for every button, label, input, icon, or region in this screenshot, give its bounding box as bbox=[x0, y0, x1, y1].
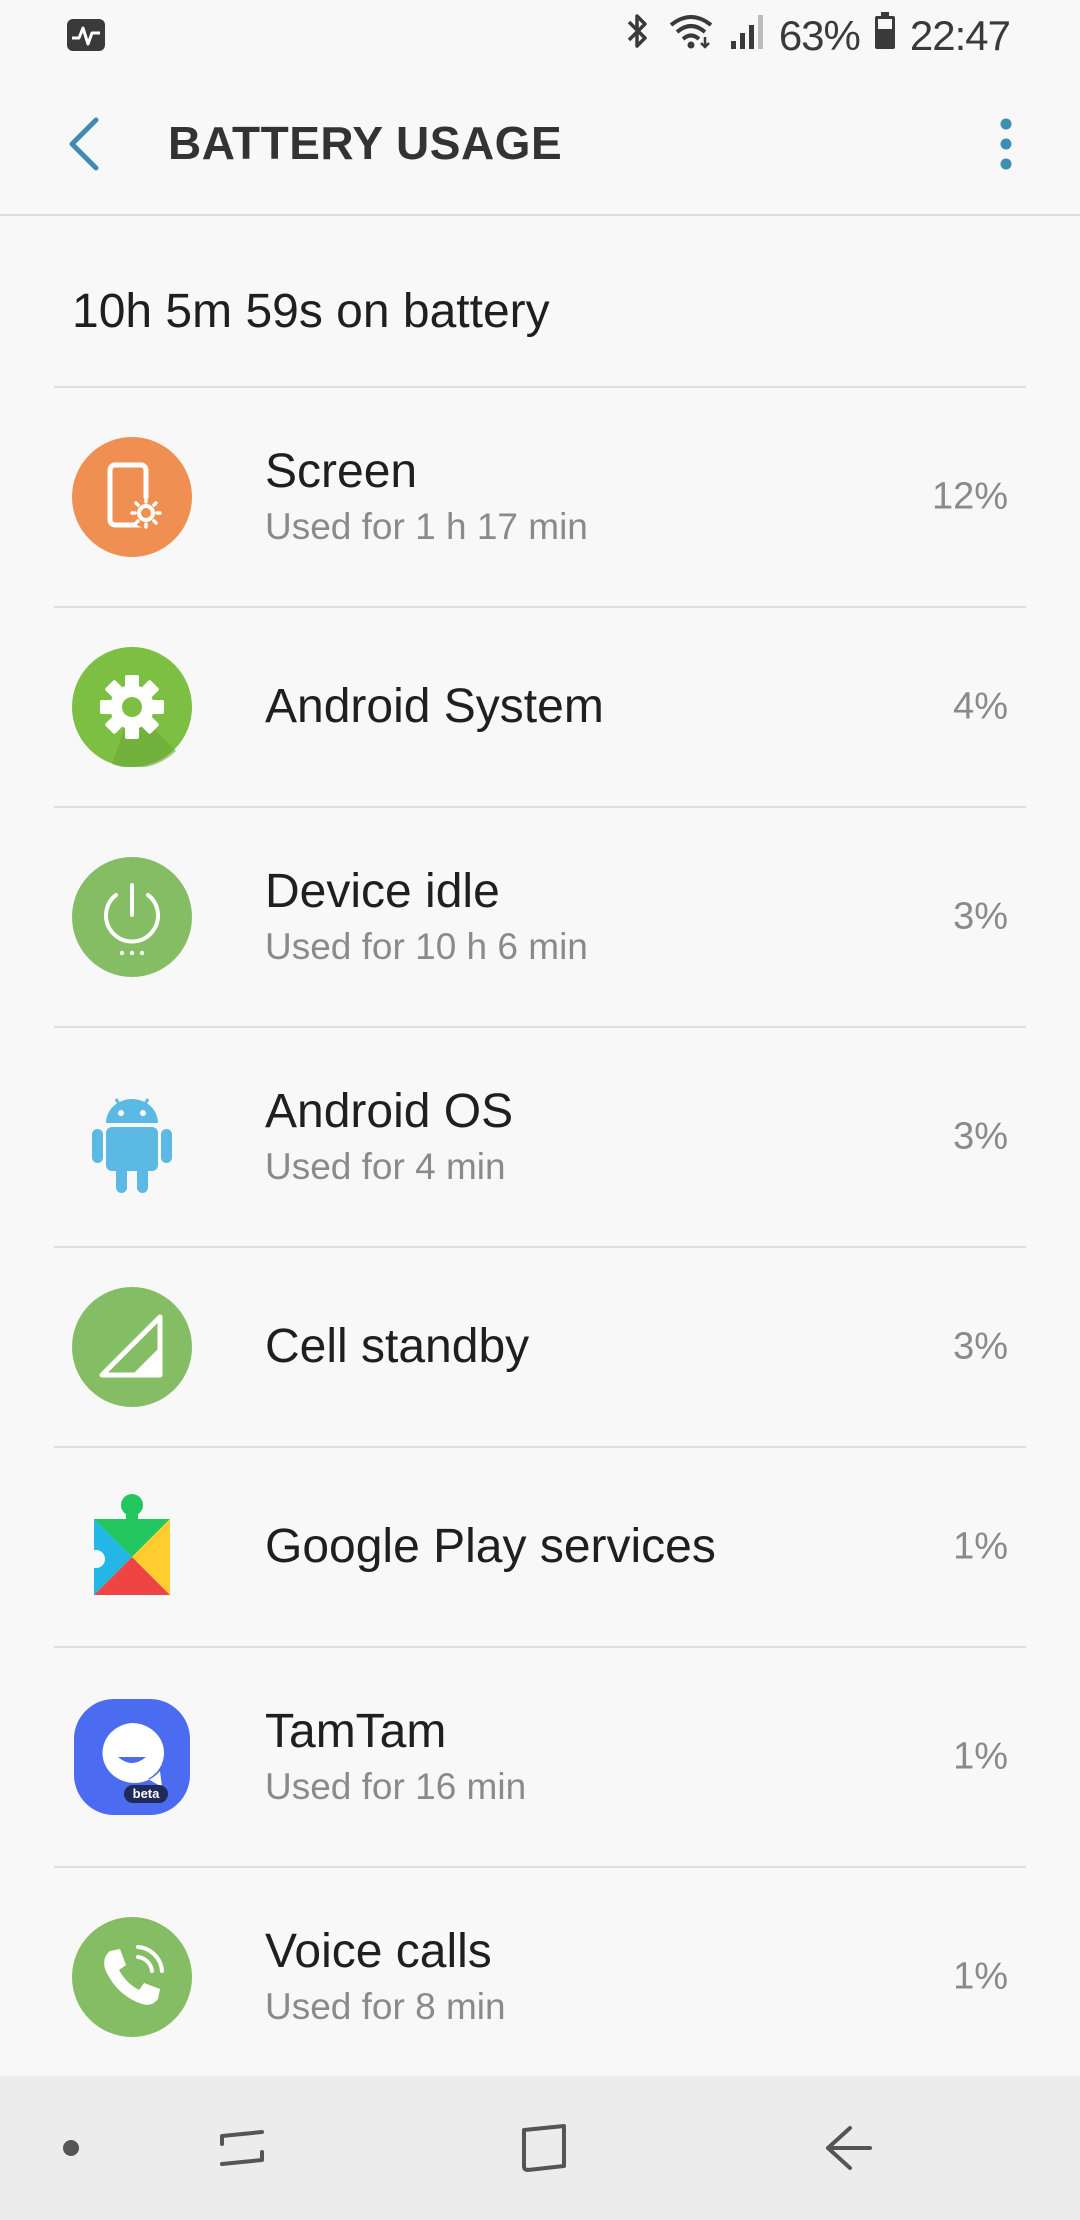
list-item-tamtam[interactable]: beta TamTam Used for 16 min 1% bbox=[54, 1648, 1026, 1868]
item-percent: 12% bbox=[931, 475, 1008, 518]
page-title: BATTERY USAGE bbox=[168, 117, 563, 169]
power-icon bbox=[72, 857, 192, 977]
clock: 22:47 bbox=[909, 12, 1011, 59]
battery-percent: 63% bbox=[778, 12, 861, 59]
back-icon bbox=[826, 2126, 872, 2170]
status-bar: 63% 22:47 bbox=[0, 0, 1080, 72]
item-name: Android System bbox=[265, 680, 604, 733]
item-percent: 4% bbox=[953, 685, 1008, 728]
list-item-google-play-services[interactable]: Google Play services 1% bbox=[54, 1448, 1026, 1648]
list-item-screen[interactable]: Screen Used for 1 h 17 min 12% bbox=[54, 388, 1026, 608]
dot-icon[interactable] bbox=[63, 2140, 79, 2156]
list-item-cell-standby[interactable]: Cell standby 3% bbox=[54, 1248, 1026, 1448]
more-options-button[interactable] bbox=[984, 108, 1028, 180]
signal-icon bbox=[729, 11, 765, 61]
item-percent: 1% bbox=[953, 1525, 1008, 1568]
item-name: Android OS bbox=[265, 1085, 514, 1138]
battery-summary: 10h 5m 59s on battery bbox=[72, 285, 550, 338]
navigation-bar bbox=[0, 2076, 1080, 2220]
item-percent: 3% bbox=[953, 1115, 1008, 1158]
tamtam-icon: beta bbox=[72, 1697, 192, 1817]
item-percent: 1% bbox=[953, 1735, 1008, 1778]
google-play-services-icon bbox=[72, 1487, 192, 1607]
more-vert-icon bbox=[1000, 118, 1012, 170]
bluetooth-icon bbox=[623, 11, 653, 61]
item-percent: 3% bbox=[953, 895, 1008, 938]
item-usage: Used for 4 min bbox=[265, 1146, 506, 1187]
item-name: Device idle bbox=[265, 865, 500, 918]
home-icon bbox=[522, 2124, 566, 2172]
battery-icon bbox=[874, 11, 896, 61]
phone-icon bbox=[72, 1917, 192, 2037]
back-nav-button[interactable] bbox=[812, 2112, 884, 2184]
beta-badge: beta bbox=[133, 1786, 161, 1801]
item-name: Screen bbox=[265, 445, 418, 498]
item-usage: Used for 1 h 17 min bbox=[265, 506, 588, 547]
item-name: Cell standby bbox=[265, 1320, 530, 1373]
app-bar: BATTERY USAGE bbox=[0, 72, 1080, 216]
pulse-icon bbox=[66, 18, 106, 52]
back-button[interactable] bbox=[52, 108, 116, 180]
recents-icon bbox=[220, 2130, 264, 2166]
item-usage: Used for 16 min bbox=[265, 1766, 527, 1807]
battery-usage-list: Screen Used for 1 h 17 min 12% Android S… bbox=[0, 388, 1080, 2086]
item-usage: Used for 10 h 6 min bbox=[265, 926, 588, 967]
home-button[interactable] bbox=[508, 2112, 580, 2184]
wifi-icon bbox=[667, 11, 715, 61]
list-item-android-os[interactable]: Android OS Used for 4 min 3% bbox=[54, 1028, 1026, 1248]
cell-signal-icon bbox=[72, 1287, 192, 1407]
list-item-device-idle[interactable]: Device idle Used for 10 h 6 min 3% bbox=[54, 808, 1026, 1028]
item-percent: 1% bbox=[953, 1955, 1008, 1998]
list-item-voice-calls[interactable]: Voice calls Used for 8 min 1% bbox=[54, 1868, 1026, 2086]
gear-icon bbox=[72, 647, 192, 767]
item-percent: 3% bbox=[953, 1325, 1008, 1368]
item-name: TamTam bbox=[265, 1705, 447, 1758]
list-item-android-system[interactable]: Android System 4% bbox=[54, 608, 1026, 808]
item-usage: Used for 8 min bbox=[265, 1986, 506, 2027]
item-name: Google Play services bbox=[265, 1520, 716, 1573]
back-arrow-icon bbox=[69, 117, 99, 171]
item-name: Voice calls bbox=[265, 1925, 492, 1978]
recents-button[interactable] bbox=[206, 2112, 278, 2184]
android-robot-icon bbox=[72, 1077, 192, 1197]
screen-brightness-icon bbox=[72, 437, 192, 557]
